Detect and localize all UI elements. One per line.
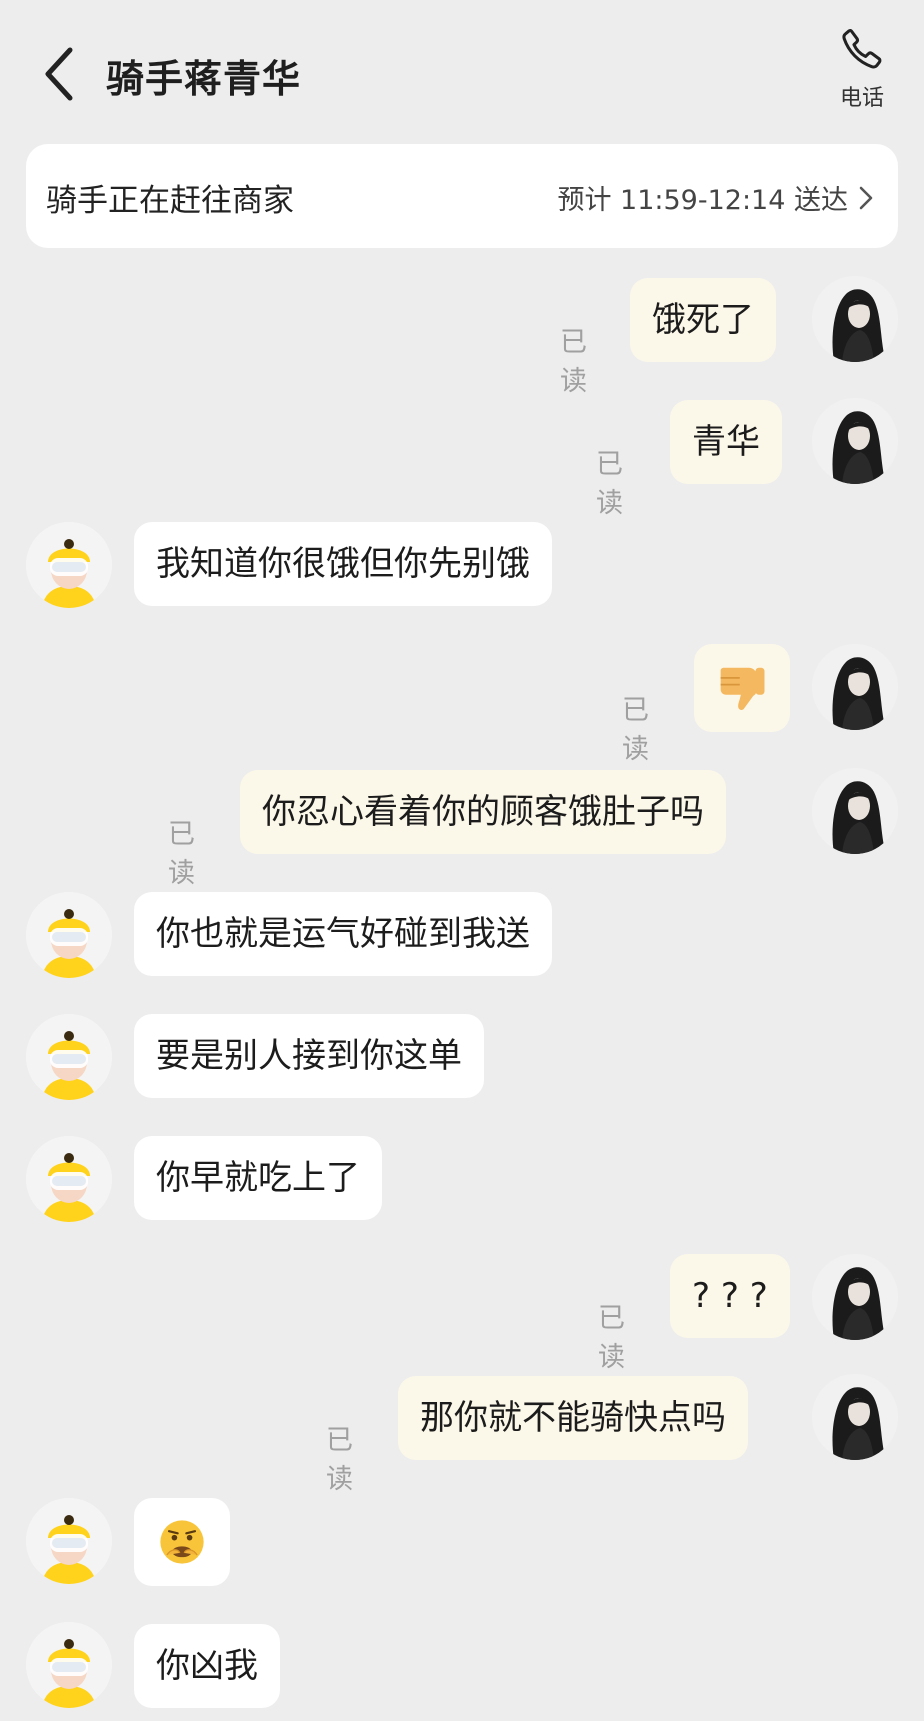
message-bubble[interactable]: 要是别人接到你这单 (134, 1014, 484, 1098)
eta-text: 预计 11:59-12:14 送达 (557, 178, 874, 217)
message-bubble[interactable]: 饿死了 (630, 278, 776, 362)
message-bubble[interactable]: 青华 (670, 400, 782, 484)
read-receipt: 已读 (168, 819, 195, 889)
rider-status: 骑手正在赶往商家 (46, 183, 294, 219)
my-avatar[interactable] (812, 1374, 898, 1460)
my-avatar[interactable] (812, 398, 898, 484)
my-avatar[interactable] (812, 644, 898, 730)
message-bubble[interactable]: 我知道你很饿但你先别饿 (134, 522, 552, 606)
my-avatar[interactable] (812, 276, 898, 362)
read-receipt: 已读 (596, 449, 623, 519)
my-avatar[interactable] (812, 768, 898, 854)
eta-label: 预计 11:59-12:14 送达 (557, 185, 848, 216)
delivery-status-card[interactable]: 骑手正在赶往商家 预计 11:59-12:14 送达 (26, 144, 898, 248)
read-receipt: 已读 (622, 695, 649, 765)
message-bubble[interactable]: ? ? ? (670, 1254, 790, 1338)
rider-avatar[interactable] (26, 1622, 112, 1708)
header: 骑手蒋青华 电话 (0, 0, 924, 140)
my-avatar[interactable] (812, 1254, 898, 1340)
call-button[interactable]: 电话 (826, 26, 898, 122)
back-icon (45, 47, 73, 101)
anguished-face-icon (156, 1516, 208, 1568)
read-receipt: 已读 (326, 1425, 353, 1495)
chat-screen: 骑手蒋青华 电话 骑手正在赶往商家 预计 11:59-12:14 送达 已读 饿… (0, 0, 924, 1721)
message-bubble[interactable]: 你早就吃上了 (134, 1136, 382, 1220)
rider-avatar[interactable] (26, 892, 112, 978)
phone-icon (842, 28, 882, 69)
message-bubble[interactable] (134, 1498, 230, 1586)
phone-label: 电话 (839, 86, 884, 111)
page-title: 骑手蒋青华 (106, 57, 302, 101)
read-receipt: 已读 (598, 1303, 625, 1373)
message-bubble[interactable]: 你凶我 (134, 1624, 280, 1708)
back-button[interactable] (40, 44, 80, 104)
read-receipt: 已读 (560, 327, 587, 397)
message-bubble[interactable]: 你忍心看着你的顾客饿肚子吗 (240, 770, 726, 854)
thumbs-down-icon (715, 661, 769, 715)
message-bubble[interactable]: 你也就是运气好碰到我送 (134, 892, 552, 976)
rider-avatar[interactable] (26, 1136, 112, 1222)
message-bubble[interactable] (694, 644, 790, 732)
rider-avatar[interactable] (26, 1498, 112, 1584)
chevron-right-icon (859, 186, 873, 209)
rider-avatar[interactable] (26, 522, 112, 608)
message-bubble[interactable]: 那你就不能骑快点吗 (398, 1376, 748, 1460)
rider-avatar[interactable] (26, 1014, 112, 1100)
